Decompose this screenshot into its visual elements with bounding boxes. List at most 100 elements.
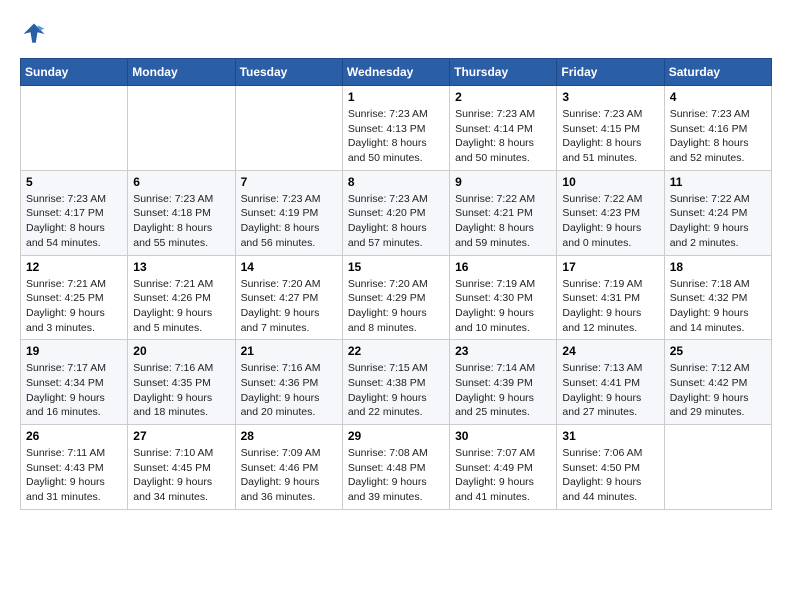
calendar-cell: 19 Sunrise: 7:17 AM Sunset: 4:34 PM Dayli… xyxy=(21,340,128,425)
calendar-cell: 8 Sunrise: 7:23 AM Sunset: 4:20 PM Daylig… xyxy=(342,170,449,255)
calendar-cell xyxy=(235,86,342,171)
calendar-cell: 17Sunrise: 7:19 AM Sunset: 4:31 PM Dayli… xyxy=(557,255,664,340)
cell-info: Sunrise: 7:07 AM Sunset: 4:49 PM Dayligh… xyxy=(455,446,551,505)
calendar-cell: 22 Sunrise: 7:15 AM Sunset: 4:38 PM Dayli… xyxy=(342,340,449,425)
day-number: 10 xyxy=(562,175,658,189)
col-header-saturday: Saturday xyxy=(664,59,771,86)
day-number: 4 xyxy=(670,90,766,104)
day-number: 8 xyxy=(348,175,444,189)
day-number: 25 xyxy=(670,344,766,358)
col-header-thursday: Thursday xyxy=(450,59,557,86)
day-number: 26 xyxy=(26,429,122,443)
calendar-table: SundayMondayTuesdayWednesdayThursdayFrid… xyxy=(20,58,772,510)
day-number: 15 xyxy=(348,260,444,274)
calendar-cell: 14 Sunrise: 7:20 AM Sunset: 4:27 PM Dayli… xyxy=(235,255,342,340)
calendar-cell: 18Sunrise: 7:18 AM Sunset: 4:32 PM Dayli… xyxy=(664,255,771,340)
cell-info: Sunrise: 7:20 AM Sunset: 4:29 PM Dayligh… xyxy=(348,277,444,336)
day-number: 23 xyxy=(455,344,551,358)
cell-info: Sunrise: 7:13 AM Sunset: 4:41 PM Dayligh… xyxy=(562,361,658,420)
calendar-cell: 13 Sunrise: 7:21 AM Sunset: 4:26 PM Dayli… xyxy=(128,255,235,340)
cell-info: Sunrise: 7:23 AM Sunset: 4:18 PM Dayligh… xyxy=(133,192,229,251)
cell-info: Sunrise: 7:23 AM Sunset: 4:19 PM Dayligh… xyxy=(241,192,337,251)
calendar-cell: 15 Sunrise: 7:20 AM Sunset: 4:29 PM Dayli… xyxy=(342,255,449,340)
cell-info: Sunrise: 7:22 AM Sunset: 4:21 PM Dayligh… xyxy=(455,192,551,251)
calendar-cell: 4 Sunrise: 7:23 AM Sunset: 4:16 PM Daylig… xyxy=(664,86,771,171)
cell-info: Sunrise: 7:09 AM Sunset: 4:46 PM Dayligh… xyxy=(241,446,337,505)
cell-info: Sunrise: 7:23 AM Sunset: 4:16 PM Dayligh… xyxy=(670,107,766,166)
cell-info: Sunrise: 7:08 AM Sunset: 4:48 PM Dayligh… xyxy=(348,446,444,505)
calendar-cell: 12Sunrise: 7:21 AM Sunset: 4:25 PM Dayli… xyxy=(21,255,128,340)
cell-info: Sunrise: 7:14 AM Sunset: 4:39 PM Dayligh… xyxy=(455,361,551,420)
day-number: 21 xyxy=(241,344,337,358)
day-number: 29 xyxy=(348,429,444,443)
calendar-cell: 31Sunrise: 7:06 AM Sunset: 4:50 PM Dayli… xyxy=(557,425,664,510)
calendar-cell: 23 Sunrise: 7:14 AM Sunset: 4:39 PM Dayli… xyxy=(450,340,557,425)
calendar-header-row: SundayMondayTuesdayWednesdayThursdayFrid… xyxy=(21,59,772,86)
cell-info: Sunrise: 7:23 AM Sunset: 4:20 PM Dayligh… xyxy=(348,192,444,251)
day-number: 22 xyxy=(348,344,444,358)
calendar-cell: 1 Sunrise: 7:23 AM Sunset: 4:13 PM Daylig… xyxy=(342,86,449,171)
calendar-week-row: 1 Sunrise: 7:23 AM Sunset: 4:13 PM Daylig… xyxy=(21,86,772,171)
calendar-cell: 2 Sunrise: 7:23 AM Sunset: 4:14 PM Daylig… xyxy=(450,86,557,171)
cell-info: Sunrise: 7:23 AM Sunset: 4:14 PM Dayligh… xyxy=(455,107,551,166)
day-number: 9 xyxy=(455,175,551,189)
calendar-cell xyxy=(21,86,128,171)
day-number: 3 xyxy=(562,90,658,104)
cell-info: Sunrise: 7:23 AM Sunset: 4:17 PM Dayligh… xyxy=(26,192,122,251)
calendar-cell: 7 Sunrise: 7:23 AM Sunset: 4:19 PM Daylig… xyxy=(235,170,342,255)
day-number: 7 xyxy=(241,175,337,189)
calendar-cell: 11 Sunrise: 7:22 AM Sunset: 4:24 PM Dayli… xyxy=(664,170,771,255)
cell-info: Sunrise: 7:21 AM Sunset: 4:26 PM Dayligh… xyxy=(133,277,229,336)
day-number: 18 xyxy=(670,260,766,274)
day-number: 19 xyxy=(26,344,122,358)
calendar-cell: 20 Sunrise: 7:16 AM Sunset: 4:35 PM Dayli… xyxy=(128,340,235,425)
day-number: 28 xyxy=(241,429,337,443)
day-number: 13 xyxy=(133,260,229,274)
calendar-cell xyxy=(128,86,235,171)
calendar-week-row: 26Sunrise: 7:11 AM Sunset: 4:43 PM Dayli… xyxy=(21,425,772,510)
calendar-cell xyxy=(664,425,771,510)
calendar-cell: 30Sunrise: 7:07 AM Sunset: 4:49 PM Dayli… xyxy=(450,425,557,510)
col-header-tuesday: Tuesday xyxy=(235,59,342,86)
cell-info: Sunrise: 7:17 AM Sunset: 4:34 PM Dayligh… xyxy=(26,361,122,420)
calendar-cell: 6 Sunrise: 7:23 AM Sunset: 4:18 PM Daylig… xyxy=(128,170,235,255)
col-header-monday: Monday xyxy=(128,59,235,86)
day-number: 14 xyxy=(241,260,337,274)
cell-info: Sunrise: 7:19 AM Sunset: 4:30 PM Dayligh… xyxy=(455,277,551,336)
cell-info: Sunrise: 7:10 AM Sunset: 4:45 PM Dayligh… xyxy=(133,446,229,505)
cell-info: Sunrise: 7:22 AM Sunset: 4:24 PM Dayligh… xyxy=(670,192,766,251)
logo xyxy=(20,20,52,48)
calendar-cell: 9 Sunrise: 7:22 AM Sunset: 4:21 PM Daylig… xyxy=(450,170,557,255)
cell-info: Sunrise: 7:15 AM Sunset: 4:38 PM Dayligh… xyxy=(348,361,444,420)
calendar-cell: 21Sunrise: 7:16 AM Sunset: 4:36 PM Dayli… xyxy=(235,340,342,425)
day-number: 27 xyxy=(133,429,229,443)
day-number: 1 xyxy=(348,90,444,104)
cell-info: Sunrise: 7:23 AM Sunset: 4:15 PM Dayligh… xyxy=(562,107,658,166)
calendar-cell: 29 Sunrise: 7:08 AM Sunset: 4:48 PM Dayli… xyxy=(342,425,449,510)
calendar-week-row: 12Sunrise: 7:21 AM Sunset: 4:25 PM Dayli… xyxy=(21,255,772,340)
calendar-cell: 24Sunrise: 7:13 AM Sunset: 4:41 PM Dayli… xyxy=(557,340,664,425)
cell-info: Sunrise: 7:20 AM Sunset: 4:27 PM Dayligh… xyxy=(241,277,337,336)
calendar-cell: 16 Sunrise: 7:19 AM Sunset: 4:30 PM Dayli… xyxy=(450,255,557,340)
calendar-cell: 25Sunrise: 7:12 AM Sunset: 4:42 PM Dayli… xyxy=(664,340,771,425)
col-header-wednesday: Wednesday xyxy=(342,59,449,86)
cell-info: Sunrise: 7:16 AM Sunset: 4:35 PM Dayligh… xyxy=(133,361,229,420)
cell-info: Sunrise: 7:23 AM Sunset: 4:13 PM Dayligh… xyxy=(348,107,444,166)
day-number: 12 xyxy=(26,260,122,274)
logo-icon xyxy=(20,20,48,48)
calendar-week-row: 5 Sunrise: 7:23 AM Sunset: 4:17 PM Daylig… xyxy=(21,170,772,255)
calendar-cell: 5 Sunrise: 7:23 AM Sunset: 4:17 PM Daylig… xyxy=(21,170,128,255)
day-number: 5 xyxy=(26,175,122,189)
day-number: 20 xyxy=(133,344,229,358)
col-header-sunday: Sunday xyxy=(21,59,128,86)
cell-info: Sunrise: 7:22 AM Sunset: 4:23 PM Dayligh… xyxy=(562,192,658,251)
calendar-cell: 28 Sunrise: 7:09 AM Sunset: 4:46 PM Dayli… xyxy=(235,425,342,510)
day-number: 2 xyxy=(455,90,551,104)
cell-info: Sunrise: 7:06 AM Sunset: 4:50 PM Dayligh… xyxy=(562,446,658,505)
cell-info: Sunrise: 7:19 AM Sunset: 4:31 PM Dayligh… xyxy=(562,277,658,336)
calendar-cell: 3 Sunrise: 7:23 AM Sunset: 4:15 PM Daylig… xyxy=(557,86,664,171)
day-number: 16 xyxy=(455,260,551,274)
day-number: 11 xyxy=(670,175,766,189)
day-number: 6 xyxy=(133,175,229,189)
calendar-cell: 26Sunrise: 7:11 AM Sunset: 4:43 PM Dayli… xyxy=(21,425,128,510)
